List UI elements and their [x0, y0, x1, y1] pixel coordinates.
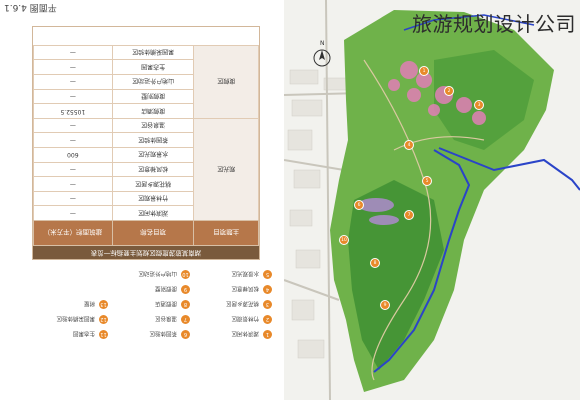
spot-marker: 6 [354, 200, 364, 210]
legend-item: 2 竹林景观区 [192, 312, 272, 327]
legend-number-badge: 6 [181, 330, 190, 339]
name-cell: 湖滨休闲区 [112, 205, 194, 221]
legend-item: 13 树屋 [28, 297, 108, 312]
area-cell: — [33, 45, 113, 60]
area-cell: — [33, 118, 113, 133]
name-cell: 温泉谷区 [112, 118, 194, 133]
area-cell: — [33, 59, 113, 75]
table-title: 湖南某旅游度假区规划主要指标一览表 [33, 246, 259, 259]
name-cell: 度假别墅 [112, 89, 194, 104]
master-plan-map: 1 2 3 4 5 6 7 8 9 10 N 旅游规划设计公司 [284, 0, 580, 400]
spot-marker: 10 [339, 235, 349, 245]
legend-label: 桃花源乡居区 [225, 300, 259, 307]
table: 主题项目 项目名称 建筑面积（平方米） 观光区 湖滨休闲区 — 竹林景观区 — 桃花源乡居… [33, 45, 259, 246]
legend-label: 水景观光区 [231, 270, 259, 277]
legend-item: 5 水景观光区 [192, 267, 272, 282]
legend-column: 1 湖滨休闲区 2 竹林景观区 3 桃花源乡居区 4 松风禅意区 5 水景观光区 [192, 267, 272, 342]
zone-cell: 度假区 [193, 45, 259, 119]
legend-label: 茶园体验区 [149, 330, 177, 337]
legend-number-badge: 5 [263, 270, 272, 279]
legend-item: 6 茶园体验区 [110, 327, 190, 342]
header-area: 建筑面积（平方米） [33, 220, 113, 246]
legend-number-badge: 7 [181, 315, 190, 324]
header-name: 项目名称 [112, 220, 194, 246]
legend-number-badge: 9 [181, 285, 190, 294]
north-arrow-icon [312, 48, 332, 68]
legend-column: 6 茶园体验区 7 温泉谷区 8 度假酒店 9 度假别墅 10 山地户外运动区 [110, 267, 190, 342]
legend-label: 树屋 [83, 300, 95, 307]
name-cell: 竹林景观区 [112, 191, 194, 206]
legend-label: 果园采摘体验区 [56, 315, 95, 322]
zone-cell: 观光区 [193, 118, 259, 221]
area-cell: — [33, 162, 113, 177]
area-cell: — [33, 132, 113, 148]
name-cell: 桃花源乡居区 [112, 176, 194, 192]
legend-item: 10 山地户外运动区 [110, 267, 190, 282]
legend-label: 度假酒店 [154, 300, 177, 307]
name-cell: 果园采摘体验区 [112, 45, 194, 60]
spot-marker: 1 [419, 66, 429, 76]
table-row: 观光区 湖滨休闲区 — [33, 118, 259, 221]
legend-column: 11 生态果园 12 果园采摘体验区 13 树屋 [28, 297, 108, 342]
name-cell: 生态果园 [112, 59, 194, 75]
legend-item: 8 度假酒店 [110, 297, 190, 312]
legend-number-badge: 3 [263, 300, 272, 309]
legend-number-badge: 1 [263, 330, 272, 339]
map-legend: 1 湖滨休闲区 2 竹林景观区 3 桃花源乡居区 4 松风禅意区 5 水景观光区 6 茶园体验区 7 温泉… [32, 268, 272, 342]
area-cell: — [33, 205, 113, 221]
legend-label: 松风禅意区 [231, 285, 259, 292]
name-cell: 度假酒店 [112, 103, 194, 119]
legend-item: 7 温泉谷区 [110, 312, 190, 327]
page-label: 平面图 4.6.1 [4, 2, 57, 12]
area-cell: — [33, 74, 113, 90]
name-cell: 茶园体验区 [112, 132, 194, 148]
legend-item: 11 生态果园 [28, 327, 108, 342]
spot-marker: 3 [474, 100, 484, 110]
legend-number-badge: 2 [263, 315, 272, 324]
legend-label: 竹林景观区 [231, 315, 259, 322]
legend-label: 山地户外运动区 [138, 270, 177, 277]
area-cell: — [33, 191, 113, 206]
area-cell: 10552.5 [33, 103, 113, 119]
spot-marker: 4 [404, 140, 414, 150]
area-cell: — [33, 89, 113, 104]
legend-item: 3 桃花源乡居区 [192, 297, 272, 312]
spot-marker: 5 [422, 176, 432, 186]
indicator-table: 湖南某旅游度假区规划主要指标一览表 主题项目 项目名称 建筑面积（平方米） 观光… [32, 26, 260, 260]
legend-item: 4 松风禅意区 [192, 282, 272, 297]
legend-item: 9 度假别墅 [110, 282, 190, 297]
legend-label: 温泉谷区 [154, 315, 177, 322]
table-row: 度假区 度假酒店 10552.5 [33, 45, 259, 119]
name-cell: 山地户外运动区 [112, 74, 194, 90]
area-cell: — [33, 176, 113, 192]
legend-label: 生态果园 [72, 330, 95, 337]
legend-item: 12 果园采摘体验区 [28, 312, 108, 327]
watermark-text: 旅游规划设计公司 [412, 12, 576, 36]
name-cell: 水景观光区 [112, 147, 194, 163]
north-label: N [320, 40, 325, 47]
legend-number-badge: 12 [99, 315, 108, 324]
legend-number-badge: 13 [99, 300, 108, 309]
name-cell: 松风禅意区 [112, 162, 194, 177]
legend-item: 1 湖滨休闲区 [192, 327, 272, 342]
legend-number-badge: 11 [99, 330, 108, 339]
spot-marker: 9 [380, 300, 390, 310]
legend-label: 度假别墅 [154, 285, 177, 292]
spot-marker: 2 [444, 86, 454, 96]
legend-number-badge: 8 [181, 300, 190, 309]
legend-label: 湖滨休闲区 [231, 330, 259, 337]
spot-marker: 7 [404, 210, 414, 220]
legend-number-badge: 4 [263, 285, 272, 294]
area-cell: 600 [33, 147, 113, 163]
spot-marker: 8 [370, 258, 380, 268]
header-zone: 主题项目 [193, 220, 259, 246]
legend-number-badge: 10 [181, 270, 190, 279]
